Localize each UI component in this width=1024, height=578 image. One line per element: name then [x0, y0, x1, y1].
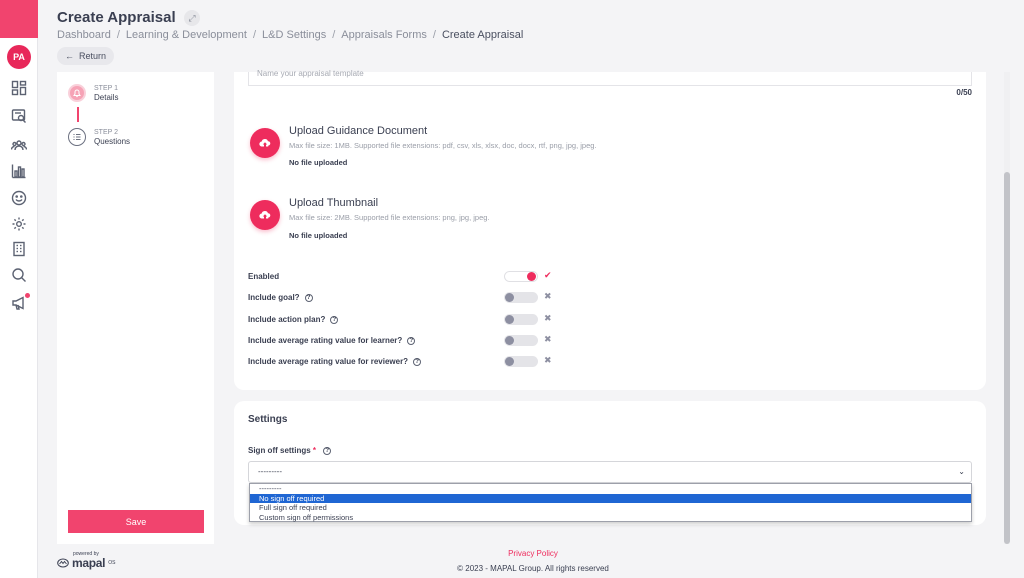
list-icon: [68, 128, 86, 146]
signoff-label: Sign off settings * ?: [248, 446, 332, 455]
details-card: Name your appraisal template 0/50 Upload…: [234, 70, 986, 390]
toggle-row-enabled: Enabled ✔: [248, 270, 552, 285]
upload-thumbnail-title: Upload Thumbnail: [289, 197, 379, 209]
step-details[interactable]: STEP 1 Details: [68, 84, 118, 103]
settings-icon[interactable]: [11, 216, 27, 232]
building-icon[interactable]: [11, 241, 27, 257]
left-rail: PA: [0, 0, 38, 578]
bell-icon: [68, 84, 86, 102]
chevron-down-icon: ⌄: [958, 467, 965, 476]
learner-rating-toggle[interactable]: [504, 335, 538, 346]
dashboard-icon[interactable]: [11, 80, 27, 96]
privacy-policy-link[interactable]: Privacy Policy: [0, 549, 1024, 558]
signoff-dropdown-list: --------- No sign off required Full sign…: [249, 483, 972, 522]
signoff-select-value: ---------: [258, 467, 282, 476]
step-connector: [77, 107, 79, 122]
cross-icon: ✖: [544, 355, 552, 365]
breadcrumb-learning[interactable]: Learning & Development: [126, 29, 247, 41]
upload-guidance-status: No file uploaded: [289, 158, 348, 167]
template-name-input[interactable]: Name your appraisal template: [248, 70, 972, 86]
check-icon: ✔: [544, 270, 552, 280]
required-mark: *: [312, 446, 317, 455]
toggle-label: Include action plan??: [248, 315, 339, 324]
signoff-option-full[interactable]: Full sign off required: [250, 503, 971, 513]
signoff-option-empty[interactable]: ---------: [250, 484, 971, 494]
feedback-icon[interactable]: [11, 190, 27, 206]
search-icon[interactable]: [11, 267, 27, 283]
upload-guidance-hint: Max file size: 1MB. Supported file exten…: [289, 141, 597, 150]
toggle-row-reviewer-rating: Include average rating value for reviewe…: [248, 355, 552, 370]
announcement-icon[interactable]: [11, 295, 27, 311]
cloud-upload-icon: [259, 139, 271, 147]
notification-dot: [25, 293, 30, 298]
help-icon[interactable]: ?: [323, 446, 332, 455]
signoff-label-text: Sign off settings: [248, 446, 311, 455]
step-number: STEP 2: [94, 129, 118, 136]
breadcrumb-current: Create Appraisal: [441, 29, 524, 41]
step-number: STEP 1: [94, 85, 118, 92]
toggle-label-text: Include goal?: [248, 293, 300, 302]
breadcrumb: Dashboard / Learning & Development / L&D Set…: [57, 29, 524, 41]
copyright-text: © 2023 - MAPAL Group. All rights reserve…: [457, 564, 609, 573]
toggle-label: Enabled: [248, 272, 279, 281]
save-button[interactable]: Save: [68, 510, 204, 533]
upload-thumbnail-button[interactable]: [250, 200, 280, 230]
name-counter: 0/50: [956, 88, 972, 97]
scrollbar-thumb[interactable]: [1004, 172, 1010, 544]
breadcrumb-ld-settings[interactable]: L&D Settings: [262, 29, 326, 41]
toggle-row-goal: Include goal?? ✖: [248, 291, 552, 306]
settings-title: Settings: [248, 414, 288, 425]
toggle-row-learner-rating: Include average rating value for learner…: [248, 334, 552, 349]
cross-icon: ✖: [544, 313, 552, 323]
brand-block: [0, 0, 38, 38]
toggle-label-text: Enabled: [248, 272, 280, 281]
page-title: Create Appraisal: [57, 9, 176, 26]
signoff-option-custom[interactable]: Custom sign off permissions: [250, 513, 971, 523]
toggle-label-text: Include average rating value for learner…: [248, 336, 403, 345]
step-name: Details: [94, 93, 119, 102]
step-questions[interactable]: STEP 2 Questions: [68, 128, 130, 147]
upload-thumbnail-status: No file uploaded: [289, 231, 348, 240]
toggle-knob: [527, 272, 536, 281]
toggle-label-text: Include action plan?: [248, 315, 326, 324]
enabled-toggle[interactable]: [504, 271, 538, 282]
return-label: Return: [79, 51, 107, 61]
upload-thumbnail-hint: Max file size: 2MB. Supported file exten…: [289, 213, 490, 222]
cross-icon: ✖: [544, 291, 552, 301]
arrow-left-icon: ←: [65, 51, 74, 61]
breadcrumb-dashboard[interactable]: Dashboard: [57, 29, 111, 41]
toggle-knob: [505, 293, 514, 302]
toggle-label-text: Include average rating value for reviewe…: [248, 357, 409, 366]
toggle-knob: [505, 315, 514, 324]
analytics-icon[interactable]: [11, 163, 27, 179]
return-button[interactable]: ← Return: [57, 47, 115, 65]
toggle-row-action-plan: Include action plan?? ✖: [248, 313, 552, 328]
help-icon[interactable]: ?: [304, 293, 313, 302]
help-icon[interactable]: ?: [413, 357, 422, 366]
avatar[interactable]: PA: [7, 45, 31, 69]
toggle-label: Include average rating value for reviewe…: [248, 357, 422, 366]
toggle-label: Include average rating value for learner…: [248, 336, 416, 345]
upload-guidance-title: Upload Guidance Document: [289, 125, 428, 137]
people-icon[interactable]: [10, 137, 28, 153]
help-icon[interactable]: ?: [407, 336, 416, 345]
signoff-select[interactable]: --------- ⌄: [248, 461, 972, 483]
signoff-option-none[interactable]: No sign off required: [250, 493, 971, 503]
breadcrumb-appraisals-forms[interactable]: Appraisals Forms: [341, 29, 427, 41]
include-action-plan-toggle[interactable]: [504, 314, 538, 325]
cloud-upload-icon: [259, 211, 271, 219]
expand-icon[interactable]: ⤢: [184, 10, 200, 26]
toggle-knob: [505, 336, 514, 345]
include-goal-toggle[interactable]: [504, 292, 538, 303]
upload-guidance-button[interactable]: [250, 128, 280, 158]
toggle-knob: [505, 357, 514, 366]
reports-icon[interactable]: [11, 108, 27, 124]
step-name: Questions: [94, 137, 131, 146]
cross-icon: ✖: [544, 334, 552, 344]
steps-panel: STEP 1 Details STEP 2 Questions Save: [57, 72, 214, 544]
reviewer-rating-toggle[interactable]: [504, 356, 538, 367]
help-icon[interactable]: ?: [330, 315, 339, 324]
toggle-label: Include goal??: [248, 293, 313, 302]
